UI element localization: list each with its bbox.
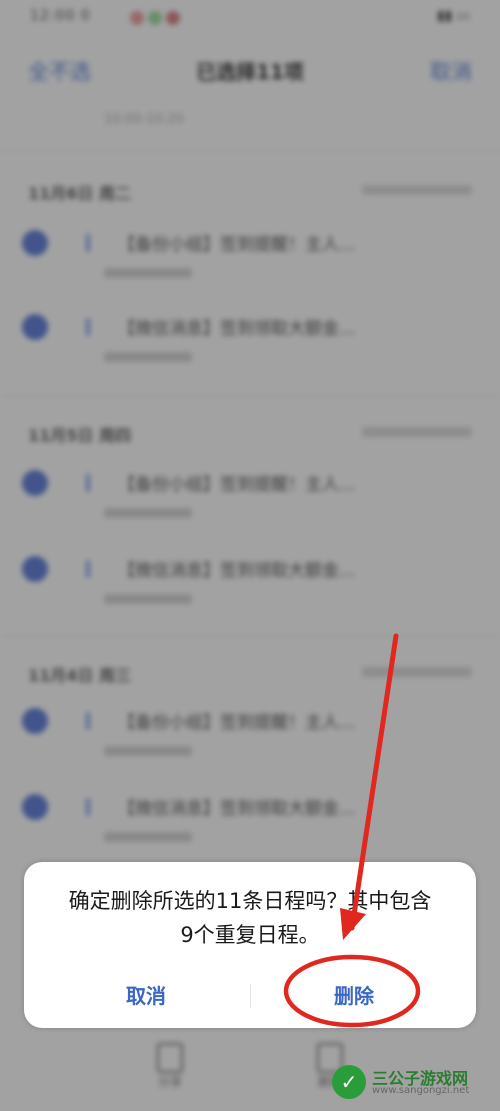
watermark: ✓ 三公子游戏网 www.sangongzi.net — [332, 1063, 492, 1103]
watermark-logo-icon: ✓ — [332, 1065, 366, 1099]
watermark-url: www.sangongzi.net — [372, 1085, 470, 1096]
dialog-message: 确定删除所选的11条日程吗？其中包含 9个重复日程。 — [48, 884, 452, 952]
dialog-message-line: 9个重复日程。 — [180, 923, 320, 947]
dialog-message-line: 确定删除所选的11条日程吗？其中包含 — [68, 889, 432, 913]
screen: 12:00 0 ▮▮ ▭ 全不选 已选择11项 取消 10:00-10:20 1… — [0, 0, 500, 1111]
button-divider — [250, 984, 251, 1008]
delete-button[interactable]: 删除 — [254, 978, 454, 1014]
cancel-button[interactable]: 取消 — [46, 978, 246, 1014]
delete-confirm-dialog: 确定删除所选的11条日程吗？其中包含 9个重复日程。 取消 删除 — [24, 862, 476, 1028]
